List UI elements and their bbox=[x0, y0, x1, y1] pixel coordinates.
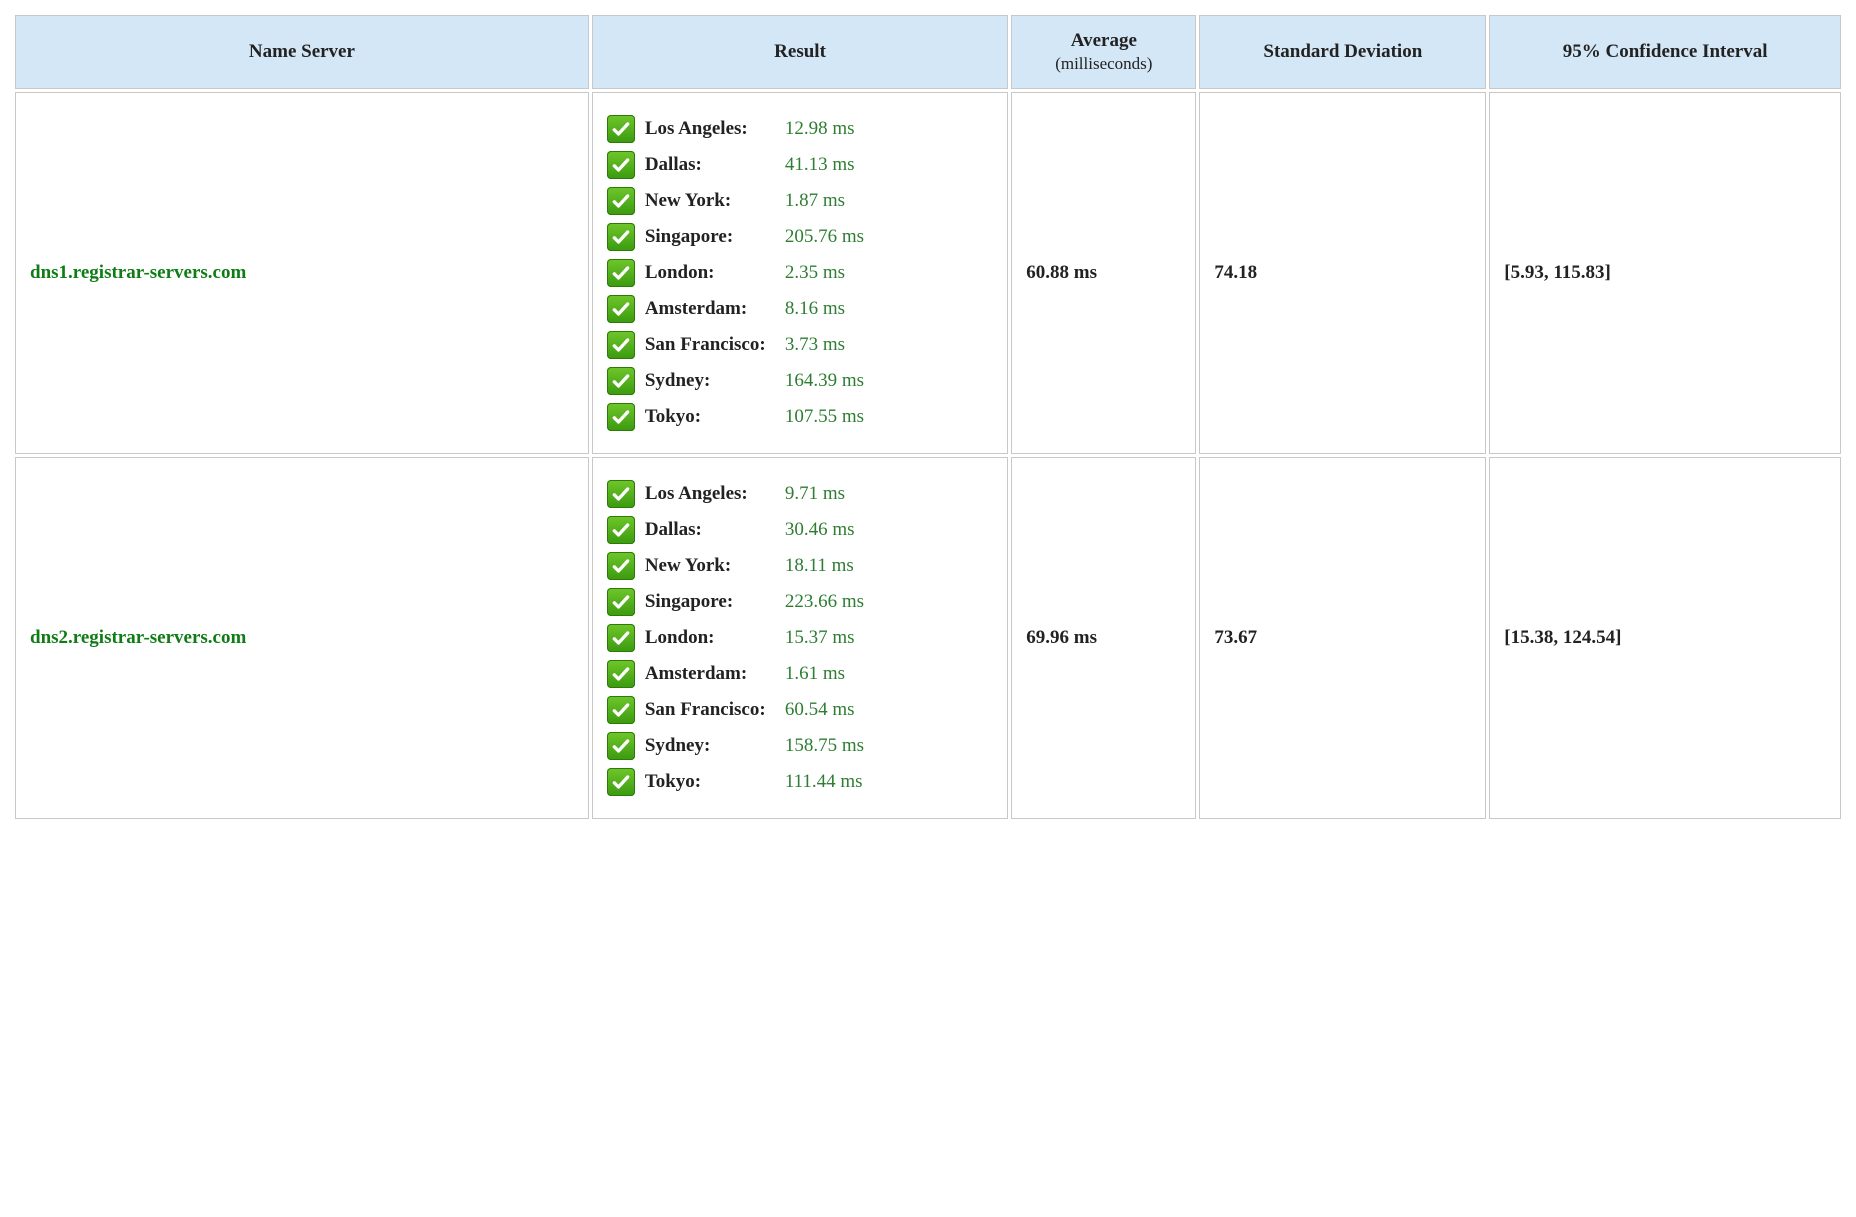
location-row: New York:1.87 ms bbox=[607, 183, 993, 219]
location-row: Tokyo:107.55 ms bbox=[607, 399, 993, 435]
header-average-sub: (milliseconds) bbox=[1022, 54, 1185, 74]
check-icon bbox=[607, 660, 635, 688]
location-row: Sydney:158.75 ms bbox=[607, 728, 993, 764]
check-icon bbox=[607, 115, 635, 143]
check-icon bbox=[607, 295, 635, 323]
location-value: 1.61 ms bbox=[785, 663, 845, 685]
location-value: 1.87 ms bbox=[785, 190, 845, 212]
location-row: San Francisco:60.54 ms bbox=[607, 692, 993, 728]
location-value: 205.76 ms bbox=[785, 226, 864, 248]
location-name: Amsterdam: bbox=[645, 298, 785, 320]
location-value: 41.13 ms bbox=[785, 154, 855, 176]
location-row: Tokyo:111.44 ms bbox=[607, 764, 993, 800]
location-row: Los Angeles:12.98 ms bbox=[607, 111, 993, 147]
average-cell: 60.88 ms bbox=[1011, 92, 1196, 454]
location-name: Sydney: bbox=[645, 370, 785, 392]
location-value: 15.37 ms bbox=[785, 627, 855, 649]
result-cell: Los Angeles:9.71 msDallas:30.46 msNew Yo… bbox=[592, 457, 1008, 819]
location-name: London: bbox=[645, 262, 785, 284]
location-value: 12.98 ms bbox=[785, 118, 855, 140]
location-row: London:15.37 ms bbox=[607, 620, 993, 656]
table-row: dns1.registrar-servers.com Los Angeles:12… bbox=[15, 92, 1841, 454]
check-icon bbox=[607, 480, 635, 508]
header-stddev: Standard Deviation bbox=[1199, 15, 1486, 89]
location-row: Dallas:30.46 ms bbox=[607, 512, 993, 548]
header-average: Average (milliseconds) bbox=[1011, 15, 1196, 89]
location-name: San Francisco: bbox=[645, 334, 785, 356]
location-name: Tokyo: bbox=[645, 406, 785, 428]
location-name: New York: bbox=[645, 555, 785, 577]
location-row: Singapore:223.66 ms bbox=[607, 584, 993, 620]
location-row: Sydney:164.39 ms bbox=[607, 363, 993, 399]
check-icon bbox=[607, 552, 635, 580]
header-result: Result bbox=[592, 15, 1008, 89]
check-icon bbox=[607, 696, 635, 724]
check-icon bbox=[607, 331, 635, 359]
location-value: 223.66 ms bbox=[785, 591, 864, 613]
location-value: 30.46 ms bbox=[785, 519, 855, 541]
location-name: London: bbox=[645, 627, 785, 649]
location-value: 2.35 ms bbox=[785, 262, 845, 284]
check-icon bbox=[607, 403, 635, 431]
location-row: San Francisco:3.73 ms bbox=[607, 327, 993, 363]
location-name: Dallas: bbox=[645, 519, 785, 541]
location-value: 164.39 ms bbox=[785, 370, 864, 392]
location-value: 158.75 ms bbox=[785, 735, 864, 757]
location-value: 60.54 ms bbox=[785, 699, 855, 721]
location-name: Los Angeles: bbox=[645, 483, 785, 505]
location-value: 8.16 ms bbox=[785, 298, 845, 320]
check-icon bbox=[607, 768, 635, 796]
location-row: Amsterdam:8.16 ms bbox=[607, 291, 993, 327]
location-value: 18.11 ms bbox=[785, 555, 854, 577]
location-name: Amsterdam: bbox=[645, 663, 785, 685]
header-name-server: Name Server bbox=[15, 15, 589, 89]
name-server-cell: dns2.registrar-servers.com bbox=[15, 457, 589, 819]
location-value: 3.73 ms bbox=[785, 334, 845, 356]
location-row: London:2.35 ms bbox=[607, 255, 993, 291]
location-row: Singapore:205.76 ms bbox=[607, 219, 993, 255]
location-row: New York:18.11 ms bbox=[607, 548, 993, 584]
location-name: San Francisco: bbox=[645, 699, 785, 721]
table-header-row: Name Server Result Average (milliseconds… bbox=[15, 15, 1841, 89]
stddev-cell: 73.67 bbox=[1199, 457, 1486, 819]
header-ci: 95% Confidence Interval bbox=[1489, 15, 1841, 89]
location-name: New York: bbox=[645, 190, 785, 212]
average-cell: 69.96 ms bbox=[1011, 457, 1196, 819]
location-name: Tokyo: bbox=[645, 771, 785, 793]
location-name: Singapore: bbox=[645, 226, 785, 248]
location-row: Dallas:41.13 ms bbox=[607, 147, 993, 183]
check-icon bbox=[607, 223, 635, 251]
location-name: Singapore: bbox=[645, 591, 785, 613]
check-icon bbox=[607, 367, 635, 395]
check-icon bbox=[607, 732, 635, 760]
location-value: 107.55 ms bbox=[785, 406, 864, 428]
stddev-cell: 74.18 bbox=[1199, 92, 1486, 454]
location-value: 9.71 ms bbox=[785, 483, 845, 505]
result-cell: Los Angeles:12.98 msDallas:41.13 msNew Y… bbox=[592, 92, 1008, 454]
check-icon bbox=[607, 151, 635, 179]
check-icon bbox=[607, 588, 635, 616]
table-row: dns2.registrar-servers.com Los Angeles:9.… bbox=[15, 457, 1841, 819]
check-icon bbox=[607, 516, 635, 544]
check-icon bbox=[607, 187, 635, 215]
dns-latency-table: Name Server Result Average (milliseconds… bbox=[12, 12, 1844, 822]
location-name: Los Angeles: bbox=[645, 118, 785, 140]
location-name: Dallas: bbox=[645, 154, 785, 176]
location-row: Amsterdam:1.61 ms bbox=[607, 656, 993, 692]
location-row: Los Angeles:9.71 ms bbox=[607, 476, 993, 512]
location-name: Sydney: bbox=[645, 735, 785, 757]
name-server-cell: dns1.registrar-servers.com bbox=[15, 92, 589, 454]
location-value: 111.44 ms bbox=[785, 771, 863, 793]
ci-cell: [5.93, 115.83] bbox=[1489, 92, 1841, 454]
check-icon bbox=[607, 624, 635, 652]
check-icon bbox=[607, 259, 635, 287]
ci-cell: [15.38, 124.54] bbox=[1489, 457, 1841, 819]
